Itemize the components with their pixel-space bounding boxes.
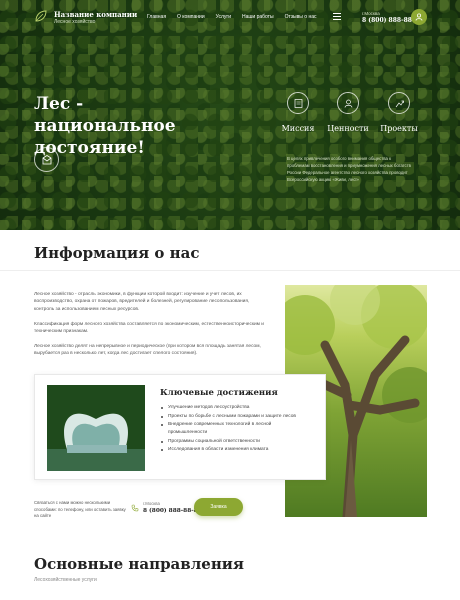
contact-note: Связаться с нами можно несколькими спосо… [34,500,126,519]
nav-item-about[interactable]: О компании [177,14,205,20]
achievements-card: Ключевые достижения Улучшение методов ле… [34,374,326,480]
hamburger-menu-icon[interactable] [333,13,341,20]
directions-subtitle: Лесохозяйственные услуги [34,577,97,583]
section-divider [0,270,460,271]
header-city: г.Москва [362,11,380,16]
hero-title: Лес - национальное достояние! [34,94,176,159]
nav-item-services[interactable]: Услуги [216,14,231,20]
main-nav: Главная О компании Услуги Наши работы От… [147,14,317,20]
contact-city: г.Москва [143,501,160,506]
list-item: Улучшение методов лесоустройства [160,404,310,412]
about-paragraph: Классификация форм лесного хозяйства сос… [34,322,264,335]
hero-section: Название компании Лесное хозяйство Главн… [0,0,460,230]
about-paragraph: Лесное хозяйство - отрасль экономики, в … [34,292,250,312]
user-icon [415,13,423,21]
company-subtitle: Лесное хозяйство [54,19,96,25]
forest-lake-photo [47,385,145,471]
request-button[interactable]: Заявка [194,498,243,516]
phone-icon [131,504,139,512]
values-icon [337,92,359,114]
list-item: Программы социальной ответственности [160,438,310,446]
directions-title: Основные направления [34,555,244,573]
about-paragraph: Лесное хозяйство делят на непрерывное и … [34,344,261,357]
list-item: Исследования в области изменения климата [160,446,310,454]
hero-description: В целях привлечения особого внимания общ… [287,156,411,182]
nav-item-home[interactable]: Главная [147,14,166,20]
mail-icon [42,154,51,164]
nav-item-works[interactable]: Наши работы [242,14,274,20]
leaf-logo-icon[interactable] [34,9,48,23]
feature-projects[interactable]: Проекты [369,92,429,133]
nav-item-reviews[interactable]: Отзывы о нас [285,14,317,20]
achievements-title: Ключевые достижения [160,388,278,398]
company-name[interactable]: Название компании [54,10,137,19]
list-item: Внедрение современных технологий в лесно… [160,421,310,436]
contact-phone[interactable]: 8 (800) 888-88-88 [143,508,202,514]
about-title: Информация о нас [34,244,200,262]
hero-badge[interactable] [34,147,59,172]
feature-label: Проекты [380,124,418,133]
achievements-list: Улучшение методов лесоустройства Проекты… [160,404,310,455]
list-item: Проекты по борьбе с лесными пожарами и з… [160,413,310,421]
projects-icon [388,92,410,114]
mission-icon [287,92,309,114]
user-button[interactable] [411,9,427,25]
